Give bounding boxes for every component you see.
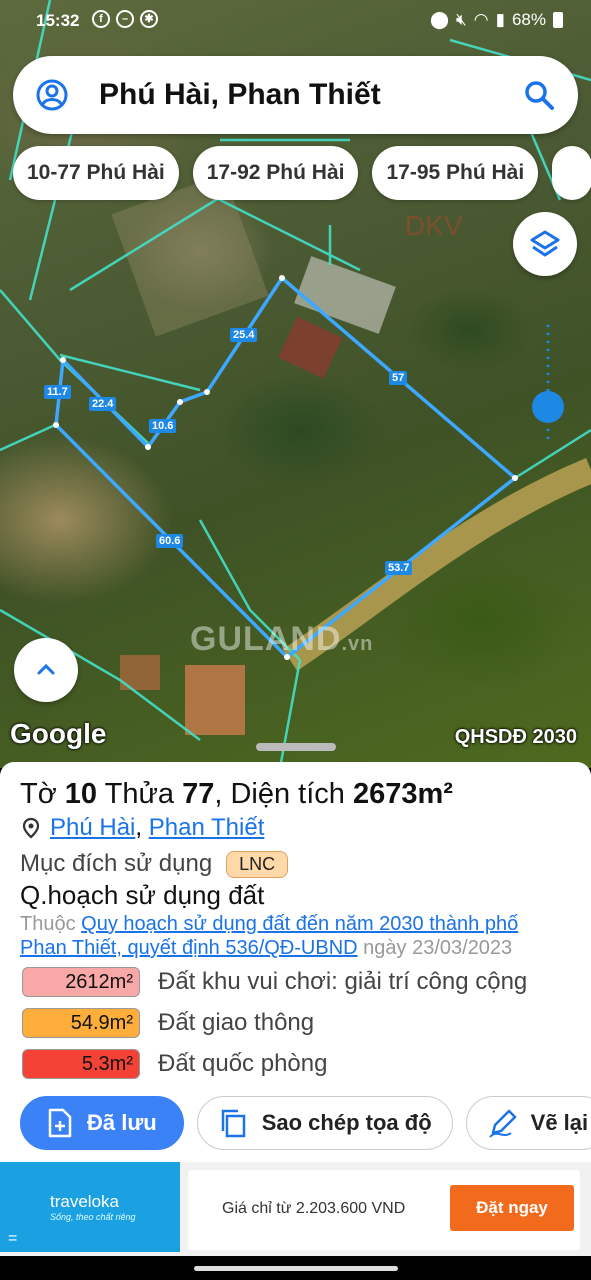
copy-icon xyxy=(221,1109,245,1138)
action-buttons: Đã lưu Sao chép tọa độ Vẽ lại xyxy=(20,1096,591,1150)
battery-percent: 68% xyxy=(511,10,546,29)
parcel-chip-partial[interactable] xyxy=(552,146,591,200)
dimension-label: 10.6 xyxy=(149,419,177,433)
area-row: 5.3m² Đất quốc phòng xyxy=(22,1049,327,1079)
watermark: GULAND.vn xyxy=(190,620,374,658)
plan-description: Thuộc Quy hoạch sử dụng đất đến năm 2030… xyxy=(20,913,519,959)
area-value-badge: 2612m² xyxy=(22,967,140,997)
layers-icon xyxy=(530,230,560,257)
nearby-parcel-chips: 10-77 Phú Hài 17-92 Phú Hài 17-95 Phú Hà… xyxy=(13,146,591,200)
area-row: 2612m² Đất khu vui chơi: giải trí công c… xyxy=(22,967,527,997)
parcel-chip[interactable]: 17-95 Phú Hài xyxy=(372,146,539,200)
location-row: Phú Hài, Phan Thiết xyxy=(22,814,264,842)
redraw-button[interactable]: Vẽ lại xyxy=(465,1096,591,1150)
location-pin-icon xyxy=(22,817,40,839)
dimension-label: 60.6 xyxy=(156,534,184,548)
dimension-label: 53.7 xyxy=(385,561,413,575)
ad-banner[interactable]: traveloka Sống, theo chất riêng = Giá ch… xyxy=(0,1162,591,1256)
area-row: 54.9m² Đất giao thông xyxy=(22,1008,314,1038)
area-value-badge: 54.9m² xyxy=(22,1008,140,1038)
dimension-label: 22.4 xyxy=(89,397,117,411)
signal-icon: ▮ xyxy=(495,10,505,29)
search-icon[interactable] xyxy=(522,78,556,112)
ad-tagline: Sống, theo chất riêng xyxy=(50,1212,136,1222)
account-icon[interactable] xyxy=(35,78,69,112)
expand-up-button[interactable] xyxy=(14,638,78,702)
area-value-badge: 5.3m² xyxy=(22,1049,140,1079)
parcel-chip[interactable]: 10-77 Phú Hài xyxy=(13,146,179,200)
home-gesture-pill[interactable] xyxy=(194,1266,398,1271)
ad-card: Giá chỉ từ 2.203.600 VND Đặt ngay xyxy=(188,1170,580,1250)
do-not-disturb-icon: – xyxy=(116,10,134,28)
search-input[interactable]: Phú Hài, Phan Thiết xyxy=(99,78,381,112)
mute-icon: 🔇︎ xyxy=(456,10,467,29)
map-view[interactable]: 25.4 57 11.7 22.4 10.6 60.6 53.7 DKV GUL… xyxy=(0,0,591,768)
area-type-label: Đất giao thông xyxy=(158,1009,315,1036)
ad-brand-logo: traveloka xyxy=(50,1192,119,1211)
status-time: 15:32 xyxy=(36,11,80,30)
file-add-icon xyxy=(48,1108,72,1138)
parcel-outline[interactable] xyxy=(54,275,518,660)
chevron-up-icon xyxy=(37,663,55,675)
battery-icon xyxy=(553,12,563,28)
plan-layer-label: QHSDĐ 2030 xyxy=(454,726,577,748)
location-icon: ⬤ xyxy=(430,10,450,29)
parcel-title: Tờ 10 Thửa 77, Diện tích 2673m² xyxy=(20,778,453,810)
ad-brand-panel: traveloka Sống, theo chất riêng = xyxy=(0,1162,180,1252)
city-link[interactable]: Phan Thiết xyxy=(149,814,265,841)
saved-button[interactable]: Đã lưu xyxy=(20,1096,184,1150)
ad-price-text: Giá chỉ từ 2.203.600 VND xyxy=(222,1200,406,1217)
parcel-chip[interactable]: 17-92 Phú Hài xyxy=(192,146,359,200)
area-type-label: Đất khu vui chơi: giải trí công cộng xyxy=(158,968,528,995)
dimension-label: 11.7 xyxy=(44,385,71,399)
usage-label: Mục đích sử dụng xyxy=(20,850,213,877)
wifi-icon: ◠ xyxy=(473,10,489,29)
status-bar: 15:32 f – ✱ ⬤ 🔇︎ ◠ ▮ 68% xyxy=(0,0,591,42)
dimension-label: 25.4 xyxy=(230,328,258,342)
layers-button[interactable] xyxy=(513,212,577,276)
ad-book-button[interactable]: Đặt ngay xyxy=(450,1185,574,1231)
usage-row: Mục đích sử dụng LNC xyxy=(20,850,289,878)
draw-icon xyxy=(488,1109,516,1138)
faded-map-text: DKV xyxy=(405,210,463,241)
parcel-info-sheet: Tờ 10 Thửa 77, Diện tích 2673m² Phú Hài,… xyxy=(0,762,591,1162)
sheet-drag-handle[interactable] xyxy=(256,743,336,751)
accessibility-icon: ✱ xyxy=(140,10,158,28)
search-bar[interactable]: Phú Hài, Phan Thiết xyxy=(13,56,578,134)
system-nav-bar xyxy=(0,1256,591,1280)
google-logo: Google xyxy=(10,718,107,749)
area-type-label: Đất quốc phòng xyxy=(158,1050,328,1077)
dimension-label: 57 xyxy=(389,371,408,385)
zoom-slider-handle[interactable] xyxy=(532,391,564,423)
facebook-icon: f xyxy=(92,10,110,28)
ad-menu-icon[interactable]: = xyxy=(8,1230,17,1248)
plan-heading: Q.hoạch sử dụng đất xyxy=(20,880,265,910)
usage-code-badge: LNC xyxy=(226,850,289,878)
ward-link[interactable]: Phú Hài xyxy=(50,814,135,841)
copy-coordinates-button[interactable]: Sao chép tọa độ xyxy=(196,1096,453,1150)
